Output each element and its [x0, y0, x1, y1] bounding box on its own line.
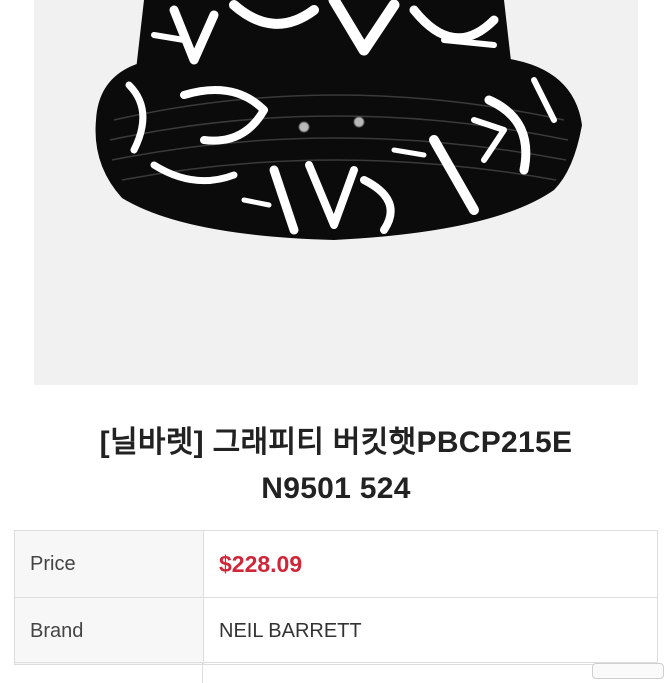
next-spec-row — [14, 662, 664, 683]
product-title: [닐바렛] 그래피티 버킷햇PBCP215E N9501 524 — [0, 420, 672, 512]
option-button[interactable] — [592, 663, 664, 679]
product-title-line-1: [닐바렛] 그래피티 버킷햇PBCP215E — [99, 426, 573, 459]
product-title-line-2: N9501 524 — [261, 472, 411, 505]
brand-label: Brand — [14, 597, 204, 665]
product-spec-table: Price $228.09 Brand NEIL BARRETT — [14, 530, 658, 665]
product-photo — [34, 0, 638, 385]
price-value: $228.09 — [203, 530, 658, 598]
price-label: Price — [14, 530, 204, 598]
brand-row: Brand NEIL BARRETT — [14, 597, 658, 665]
price-row: Price $228.09 — [14, 530, 658, 598]
cell-divider — [202, 663, 203, 683]
bucket-hat-image — [95, 0, 582, 240]
brand-value: NEIL BARRETT — [203, 597, 658, 665]
